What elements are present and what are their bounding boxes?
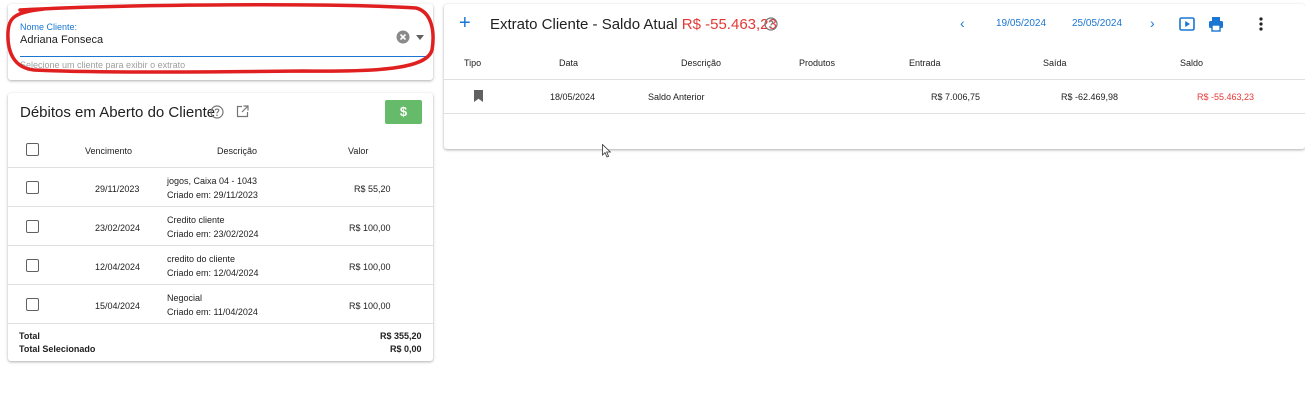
row-description: Negocial <box>167 293 203 303</box>
statement-row-in: R$ 7.006,75 <box>931 92 981 102</box>
divider <box>444 79 1305 80</box>
statement-row-description: Saldo Anterior <box>648 92 705 102</box>
divider <box>8 323 433 324</box>
slideshow-icon[interactable] <box>1179 17 1195 31</box>
bookmark-icon <box>474 90 483 102</box>
divider <box>8 206 433 207</box>
row-checkbox[interactable] <box>26 181 39 194</box>
statement-balance: R$ -55.463,23 <box>681 16 777 33</box>
more-vert-icon[interactable] <box>1258 16 1264 32</box>
help-icon[interactable] <box>210 105 224 119</box>
open-debts-card: Débitos em Aberto do Cliente $ Venciment… <box>8 93 433 361</box>
client-field-value[interactable]: Adriana Fonseca <box>20 34 103 46</box>
row-due: 29/11/2023 <box>95 184 140 194</box>
row-created: Criado em: 11/04/2024 <box>167 307 258 317</box>
statement-card: + Extrato Cliente - Saldo Atual R$ -55.4… <box>444 4 1305 149</box>
divider <box>8 167 433 168</box>
clear-icon[interactable] <box>396 30 410 44</box>
statement-row-date: 18/05/2024 <box>550 92 596 102</box>
divider <box>444 113 1305 114</box>
client-field-hint: Selecione um cliente para exibir o extra… <box>20 60 186 70</box>
date-to[interactable]: 25/05/2024 <box>1072 18 1122 29</box>
dropdown-icon[interactable] <box>416 35 424 40</box>
plus-icon[interactable]: + <box>459 13 471 33</box>
divider <box>8 245 433 246</box>
statement-title-text: Extrato Cliente - Saldo Atual <box>490 16 678 33</box>
divider <box>8 284 433 285</box>
header-description: Descrição <box>681 58 722 68</box>
client-selector-card: Nome Cliente: Adriana Fonseca Selecione … <box>6 3 435 80</box>
row-created: Criado em: 29/11/2023 <box>167 190 258 200</box>
header-in: Entrada <box>909 58 941 68</box>
row-value: R$ 100,00 <box>349 223 391 233</box>
header-type: Tipo <box>464 58 482 68</box>
date-from[interactable]: 19/05/2024 <box>996 18 1046 29</box>
header-products: Produtos <box>799 58 836 68</box>
statement-row-balance: R$ -55.463,23 <box>1197 92 1255 102</box>
chevron-right-icon[interactable]: › <box>1150 15 1155 31</box>
row-created: Criado em: 23/02/2024 <box>167 229 259 239</box>
help-icon[interactable] <box>764 17 778 31</box>
row-checkbox[interactable] <box>26 259 39 272</box>
statement-title: Extrato Cliente - Saldo Atual R$ -55.463… <box>490 16 777 33</box>
row-description: jogos, Caixa 04 - 1043 <box>167 176 258 186</box>
selected-total-value: R$ 0,00 <box>390 344 422 354</box>
total-label: Total <box>19 331 40 341</box>
row-created: Criado em: 12/04/2024 <box>167 268 259 278</box>
print-icon[interactable] <box>1208 16 1224 32</box>
header-out: Saída <box>1043 58 1067 68</box>
select-all-checkbox[interactable] <box>26 143 39 156</box>
row-checkbox[interactable] <box>26 220 39 233</box>
selected-total-label: Total Selecionado <box>19 344 96 354</box>
client-name-field[interactable]: Nome Cliente: Adriana Fonseca <box>20 16 428 57</box>
row-checkbox[interactable] <box>26 298 39 311</box>
header-date: Data <box>559 58 579 68</box>
row-due: 12/04/2024 <box>95 262 141 272</box>
row-value: R$ 100,00 <box>349 262 391 272</box>
row-due: 23/02/2024 <box>95 223 141 233</box>
header-value: Valor <box>348 146 369 156</box>
row-description: Credito cliente <box>167 215 225 225</box>
header-due: Vencimento <box>85 146 133 156</box>
row-value: R$ 100,00 <box>349 301 391 311</box>
total-value: R$ 355,20 <box>380 331 422 341</box>
header-description: Descrição <box>217 146 258 156</box>
mouse-cursor-icon <box>602 144 612 158</box>
debts-title: Débitos em Aberto do Cliente <box>20 104 216 121</box>
row-due: 15/04/2024 <box>95 301 141 311</box>
row-value: R$ 55,20 <box>354 184 391 194</box>
row-description: credito do cliente <box>167 254 236 264</box>
client-field-label: Nome Cliente: <box>20 22 78 32</box>
chevron-left-icon[interactable]: ‹ <box>960 15 965 31</box>
statement-row-out: R$ -62.469,98 <box>1061 92 1119 102</box>
external-link-icon[interactable] <box>236 105 249 118</box>
header-balance: Saldo <box>1180 58 1204 68</box>
pay-button[interactable]: $ <box>385 100 422 124</box>
